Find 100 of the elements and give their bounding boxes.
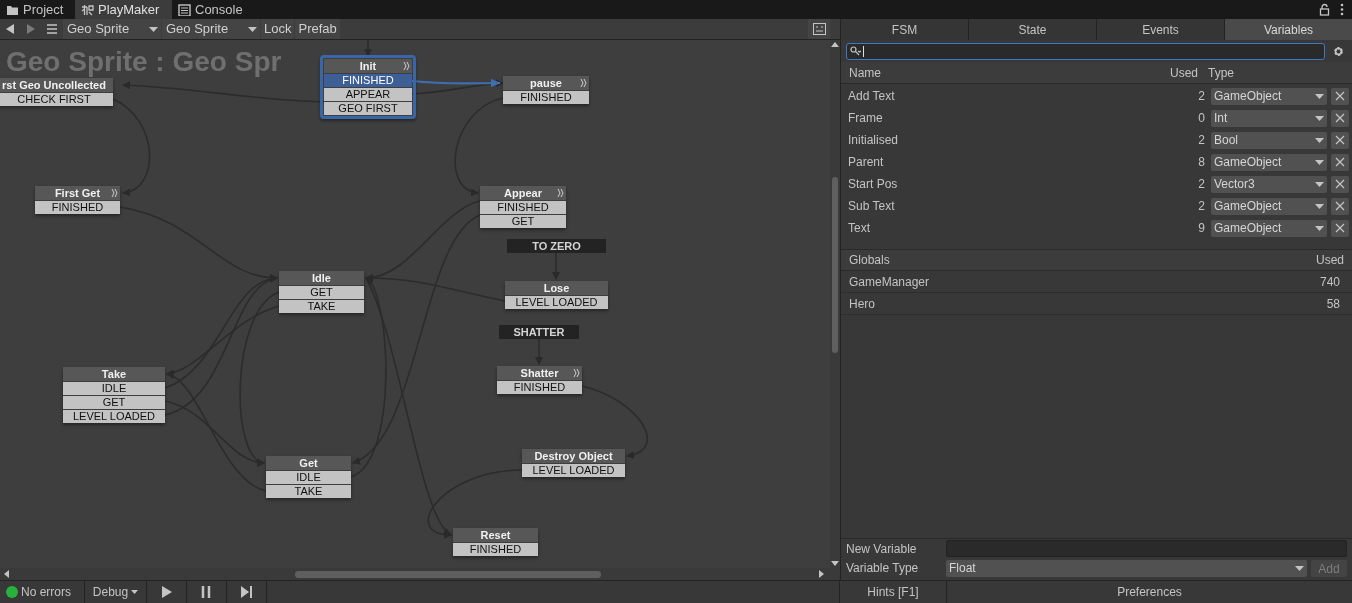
used-count: 2: [1197, 132, 1205, 149]
scroll-right-icon[interactable]: [819, 570, 824, 578]
variable-name: Initialised: [848, 132, 900, 149]
global-variable-name: GameManager: [849, 273, 930, 291]
close-icon: [1335, 179, 1345, 189]
transition-event[interactable]: GET: [279, 286, 364, 299]
inspector-tab[interactable]: FSM: [841, 19, 968, 40]
transition-event[interactable]: LEVEL LOADED: [63, 410, 165, 423]
transition-event[interactable]: APPEAR: [324, 88, 412, 101]
used-count: 0: [1197, 110, 1205, 127]
delete-button[interactable]: [1331, 197, 1349, 215]
close-icon: [1335, 113, 1345, 123]
type-dropdown[interactable]: Vector3: [1211, 175, 1327, 193]
transition-event[interactable]: GET: [480, 215, 566, 228]
preferences-button[interactable]: Preferences: [947, 580, 1352, 603]
transition-event[interactable]: FINISHED: [35, 201, 120, 214]
search-field[interactable]: [846, 42, 1325, 60]
inspector-tab[interactable]: Variables: [1225, 19, 1352, 40]
transition-event[interactable]: FINISHED: [497, 381, 582, 394]
fsm-dropdown[interactable]: Geo Sprite: [162, 19, 260, 39]
caret-icon: [1315, 93, 1324, 99]
caret-icon: [1315, 225, 1324, 231]
state-title: Reset: [480, 528, 511, 542]
toolbar-button[interactable]: Prefab: [295, 19, 340, 39]
transition-event[interactable]: LEVEL LOADED: [505, 296, 608, 309]
inspector-tab[interactable]: State: [969, 19, 1096, 40]
type-dropdown[interactable]: GameObject: [1211, 197, 1327, 215]
delete-button[interactable]: [1331, 219, 1349, 237]
delete-button[interactable]: [1331, 175, 1349, 193]
scrollbar-thumb[interactable]: [832, 177, 838, 353]
delete-button[interactable]: [1331, 87, 1349, 105]
type-dropdown[interactable]: Float: [946, 559, 1307, 577]
status-dot-icon: [6, 586, 18, 598]
transition-arrow: [552, 252, 560, 280]
transition-event[interactable]: FINISHED: [453, 543, 538, 556]
state-node[interactable]: Take IDLE GET LEVEL LOADED: [63, 367, 165, 423]
transition-event[interactable]: GEO FIRST: [324, 102, 412, 115]
scrollbar-thumb[interactable]: [295, 570, 601, 578]
state-node[interactable]: Idle GET TAKE: [279, 271, 364, 313]
state-node[interactable]: Get IDLE TAKE: [266, 456, 351, 498]
field-label: New Variable: [846, 540, 918, 558]
transition-event[interactable]: IDLE: [266, 471, 351, 484]
settings-icon[interactable]: [1333, 45, 1344, 57]
search-icon: [850, 46, 861, 56]
column-header: Type: [1208, 64, 1235, 82]
toolbar-button[interactable]: Lock: [261, 19, 295, 39]
delete-button[interactable]: [1331, 153, 1349, 171]
caret-icon: [1295, 565, 1304, 571]
window-icon: [812, 23, 826, 35]
caret-icon: [248, 26, 257, 32]
variable-name: Add Text: [848, 88, 896, 105]
status-text: No errors: [21, 584, 71, 601]
type-dropdown[interactable]: Bool: [1211, 131, 1327, 149]
folder-icon: [6, 3, 19, 16]
caret-icon: [1315, 181, 1324, 187]
state-node[interactable]: Init FINISHED APPEAR GEO FIRST: [320, 55, 416, 119]
scroll-left-icon[interactable]: [4, 570, 9, 578]
hints-button[interactable]: Hints [F1]: [840, 580, 947, 603]
transition-event[interactable]: CHECK FIRST: [0, 93, 113, 106]
debug-dropdown[interactable]: Debug: [85, 580, 147, 603]
type-dropdown[interactable]: Int: [1211, 109, 1327, 127]
state-node[interactable]: Appear FINISHED GET: [480, 186, 566, 228]
used-count: 8: [1197, 154, 1205, 171]
state-title: Idle: [312, 271, 331, 285]
delete-button[interactable]: [1331, 109, 1349, 127]
scroll-down-icon[interactable]: [831, 561, 839, 566]
field-label: Variable Type: [846, 560, 920, 577]
transition-event[interactable]: TAKE: [266, 485, 351, 498]
view-button[interactable]: [808, 19, 830, 39]
back-arrow-icon: [5, 24, 15, 34]
transition-event[interactable]: IDLE: [63, 382, 165, 395]
state-title: Appear: [504, 186, 542, 200]
column-header: Globals: [849, 252, 890, 269]
inspector-tab[interactable]: Events: [1097, 19, 1224, 40]
caret-icon: [1315, 115, 1324, 121]
delete-button[interactable]: [1331, 131, 1349, 149]
transition-event[interactable]: GET: [63, 396, 165, 409]
transition-event[interactable]: TAKE: [279, 300, 364, 313]
variable-name: Start Pos: [848, 176, 899, 193]
transition-event[interactable]: FINISHED: [324, 74, 412, 87]
state-title: rst Geo Uncollected: [2, 78, 106, 92]
more-options-icon[interactable]: [1340, 3, 1344, 16]
type-dropdown[interactable]: GameObject: [1211, 219, 1327, 237]
lock-icon[interactable]: [1319, 3, 1330, 16]
transition-event[interactable]: FINISHED: [503, 91, 589, 104]
state-title: Get: [299, 456, 318, 470]
used-count: 740: [1319, 273, 1340, 291]
console-icon: [178, 3, 191, 16]
type-dropdown[interactable]: GameObject: [1211, 153, 1327, 171]
variable-name: Sub Text: [848, 198, 896, 215]
transition-event[interactable]: LEVEL LOADED: [522, 464, 625, 477]
close-icon: [1335, 223, 1345, 233]
column-header: Name: [849, 64, 882, 82]
scroll-up-icon[interactable]: [831, 42, 839, 47]
fsm-dropdown[interactable]: Geo Sprite: [63, 19, 161, 39]
type-dropdown[interactable]: GameObject: [1211, 87, 1327, 105]
tab[interactable]: PlayMaker: [75, 0, 172, 19]
variable-name: Parent: [848, 154, 885, 171]
global-event-label: SHATTER: [499, 325, 579, 339]
transition-event[interactable]: FINISHED: [480, 201, 566, 214]
